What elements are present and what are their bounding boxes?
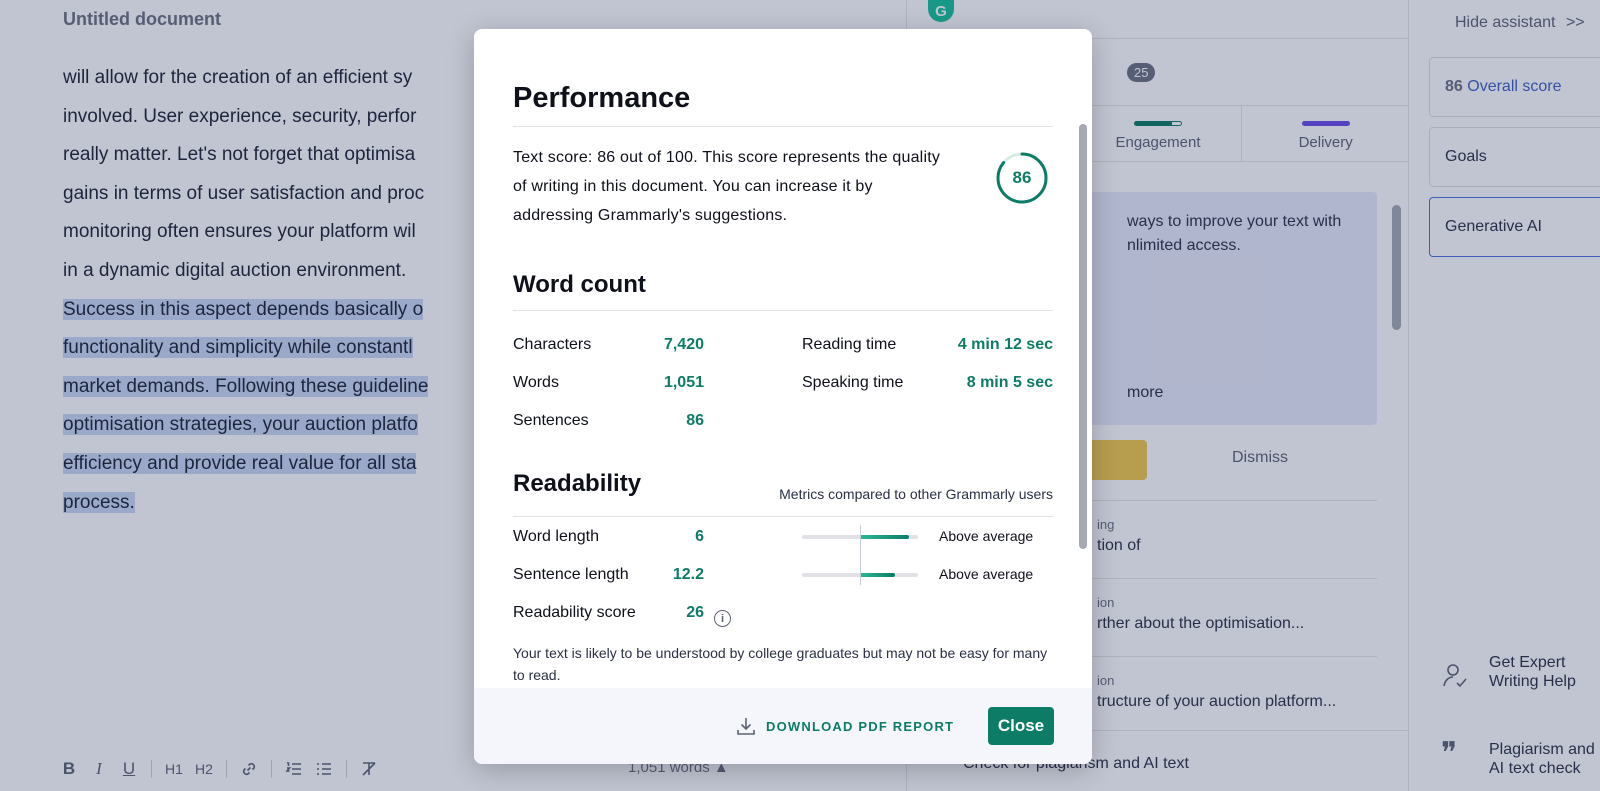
divider [513,310,1053,311]
divider [513,126,1053,127]
average-marker [860,525,861,585]
info-icon[interactable]: i [714,610,731,627]
sentences-value: 86 [686,412,704,429]
readability-title: Readability [513,470,642,497]
sentences-label: Sentences [513,412,589,429]
modal-title: Performance [513,82,691,114]
words-label: Words [513,374,559,391]
performance-description: Text score: 86 out of 100. This score re… [513,149,941,224]
word-length-comparison: Above average [939,528,1034,544]
speaking-time-value: 8 min 5 sec [966,374,1053,391]
performance-modal: Performance Text score: 86 out of 100. T… [474,29,1092,764]
speaking-time-label: Speaking time [802,374,904,391]
readability-score-value: 26 [686,604,704,621]
characters-label: Characters [513,336,592,353]
download-icon [737,718,755,735]
words-value: 1,051 [663,374,704,391]
close-button[interactable]: Close [988,707,1054,745]
modal-footer: DOWNLOAD PDF REPORT Close [474,688,1092,764]
sentence-length-comparison: Above average [939,566,1034,582]
modal-scrollbar[interactable] [1079,124,1087,549]
score-ring-value: 86 [1012,168,1032,187]
modal-content: Performance Text score: 86 out of 100. T… [474,29,1092,688]
reading-time-label: Reading time [802,336,897,353]
word-length-label: Word length [513,528,599,545]
sentence-length-label: Sentence length [513,566,629,583]
download-pdf-button[interactable]: DOWNLOAD PDF REPORT [736,712,954,740]
readability-note: Your text is likely to be understood by … [513,645,1048,683]
sentence-length-value: 12.2 [672,566,704,583]
meter-fill [860,535,909,539]
divider [513,516,1053,517]
word-count-title: Word count [513,271,646,298]
meter-fill [860,573,895,577]
reading-time-value: 4 min 12 sec [957,336,1053,353]
metrics-note: Metrics compared to other Grammarly user… [779,486,1053,502]
download-pdf-label: DOWNLOAD PDF REPORT [766,718,955,734]
word-length-value: 6 [695,528,704,545]
characters-value: 7,420 [663,336,704,353]
